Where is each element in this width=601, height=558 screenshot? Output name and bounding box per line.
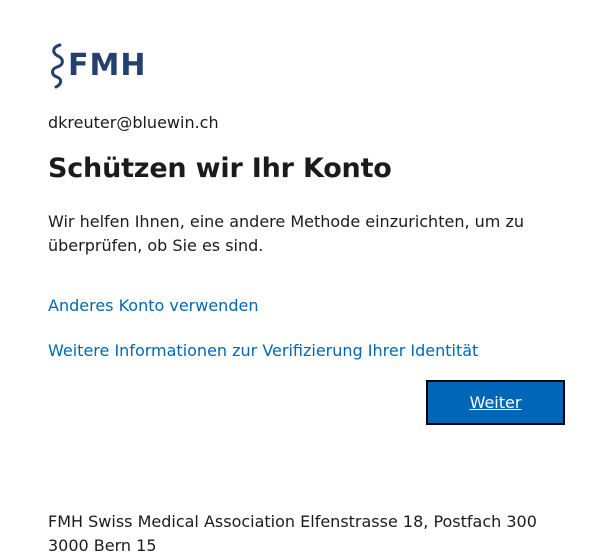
footer-address-line-1: FMH Swiss Medical Association Elfenstras… [48,512,537,531]
more-info-link[interactable]: Weitere Informationen zur Verifizierung … [48,341,478,360]
page-title: Schützen wir Ihr Konto [48,153,392,184]
serpent-staff-icon [51,43,64,89]
footer-address-line-2: 3000 Bern 15 [48,536,157,555]
logo-text: FMH [68,48,147,83]
next-button[interactable]: Weiter [426,380,565,425]
fmh-logo: FMH [48,42,146,90]
use-other-account-link[interactable]: Anderes Konto verwenden [48,296,258,315]
account-email: dkreuter@bluewin.ch [48,113,219,132]
sign-in-page: FMH dkreuter@bluewin.ch Schützen wir Ihr… [0,0,601,558]
page-description: Wir helfen Ihnen, eine andere Methode ei… [48,212,524,255]
footer-address: FMH Swiss Medical Association Elfenstras… [48,510,588,558]
